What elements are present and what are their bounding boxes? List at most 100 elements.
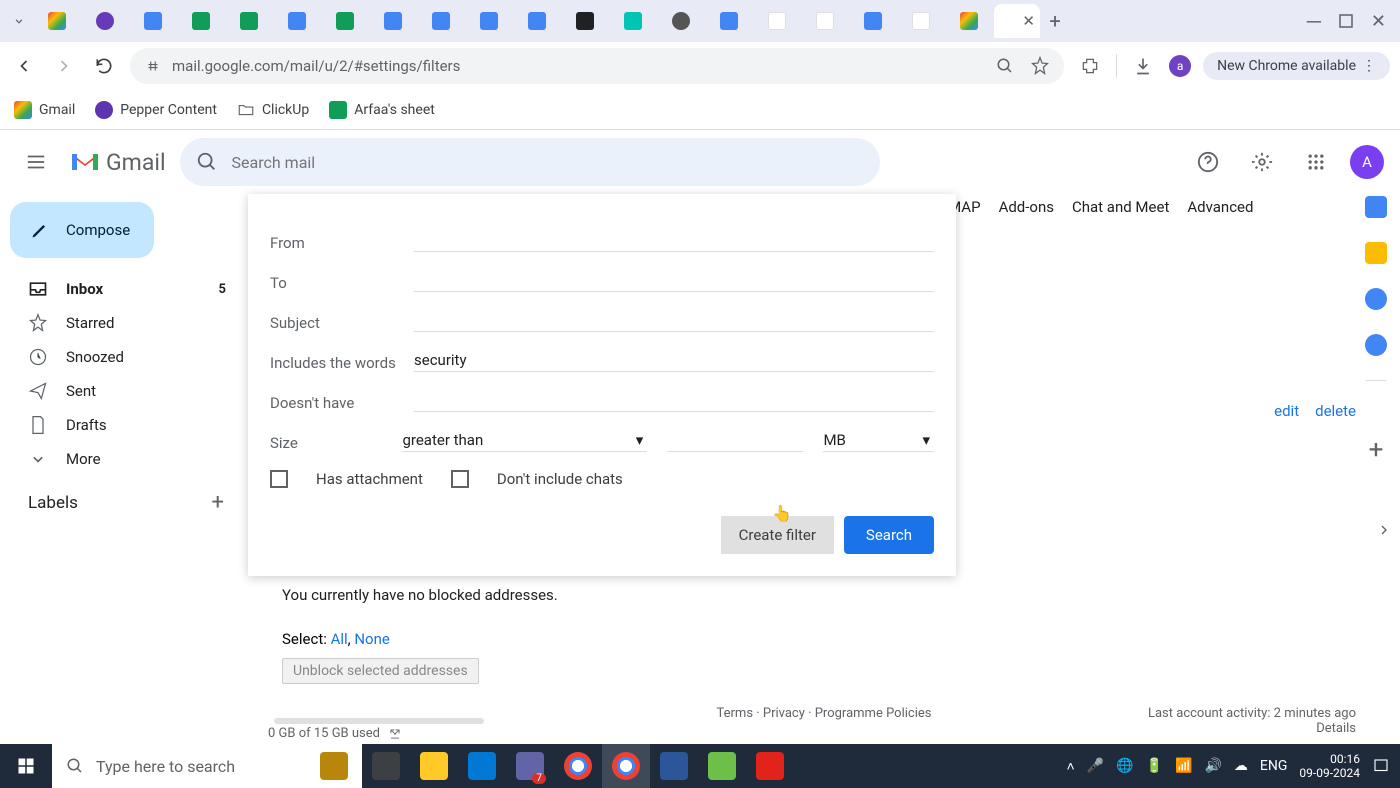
tab-2[interactable] (82, 4, 128, 38)
has-attachment-checkbox[interactable] (270, 470, 288, 488)
start-button[interactable] (0, 744, 52, 788)
zoom-icon[interactable] (996, 57, 1014, 75)
taskbar-search[interactable]: Type here to search (52, 744, 362, 788)
chrome-icon[interactable] (554, 744, 602, 788)
tab-15[interactable] (706, 4, 752, 38)
bookmark-star-icon[interactable] (1030, 56, 1050, 76)
add-panel-icon[interactable]: + (1369, 435, 1384, 465)
help-icon[interactable] (1188, 142, 1228, 182)
url-field[interactable]: mail.google.com/mail/u/2/#settings/filte… (130, 48, 1064, 84)
chrome-icon-2[interactable] (602, 744, 650, 788)
tray-overflow-icon[interactable]: ˄ (1067, 758, 1075, 775)
tab-17[interactable] (802, 4, 848, 38)
subject-input[interactable] (414, 309, 934, 332)
notifications-icon[interactable] (1372, 757, 1390, 775)
downloads-icon[interactable] (1129, 52, 1157, 80)
apps-grid-icon[interactable] (1296, 142, 1336, 182)
tab-14[interactable] (658, 4, 704, 38)
account-avatar[interactable]: A (1350, 145, 1384, 179)
tab-5[interactable] (226, 4, 272, 38)
includes-input[interactable] (414, 349, 934, 372)
extensions-icon[interactable] (1076, 52, 1104, 80)
bookmark-pepper[interactable]: Pepper Content (95, 101, 217, 119)
tasks-icon[interactable] (1365, 288, 1387, 310)
filter-delete-link[interactable]: delete (1315, 402, 1356, 420)
size-operator-select[interactable]: greater than▾ (402, 431, 647, 452)
details-link[interactable]: Details (1148, 721, 1356, 736)
select-all-link[interactable]: All (331, 630, 348, 648)
close-icon[interactable]: ✕ (1022, 12, 1035, 30)
tab-gmail[interactable] (34, 4, 80, 38)
size-unit-select[interactable]: MB▾ (823, 431, 934, 452)
search-button[interactable]: Search (844, 516, 934, 554)
search-input[interactable] (232, 153, 864, 172)
tab-12[interactable] (562, 4, 608, 38)
filter-edit-link[interactable]: edit (1274, 402, 1299, 420)
size-value-input[interactable] (667, 449, 803, 452)
sidebar-more[interactable]: More (10, 442, 238, 476)
expand-panel-icon[interactable] (1376, 522, 1392, 538)
window-maximize[interactable] (1339, 14, 1353, 28)
teams-icon[interactable]: 7 (506, 744, 554, 788)
gmail-logo[interactable]: Gmail (70, 149, 166, 176)
unblock-button[interactable]: Unblock selected addresses (282, 658, 479, 684)
tab-active[interactable]: ✕ (994, 4, 1040, 38)
back-button[interactable] (10, 52, 38, 80)
compose-button[interactable]: Compose (10, 202, 154, 258)
no-chats-checkbox[interactable] (451, 470, 469, 488)
clock[interactable]: 00:16 09-09-2024 (1299, 752, 1360, 781)
tab-4[interactable] (178, 4, 224, 38)
tabs-dropdown[interactable] (6, 8, 32, 34)
globe-icon[interactable]: 🌐 (1116, 758, 1133, 774)
window-minimize[interactable]: ─ (1307, 9, 1321, 34)
recorder-icon[interactable] (746, 744, 794, 788)
reload-button[interactable] (90, 52, 118, 80)
task-view-icon[interactable] (362, 744, 410, 788)
site-info-icon[interactable] (144, 57, 162, 75)
outlook-icon[interactable] (458, 744, 506, 788)
add-label-icon[interactable]: + (212, 490, 224, 515)
sidebar-inbox[interactable]: Inbox 5 (10, 272, 238, 306)
sidebar-drafts[interactable]: Drafts (10, 408, 238, 442)
select-none-link[interactable]: None (354, 630, 390, 648)
sidebar-starred[interactable]: Starred (10, 306, 238, 340)
sidebar-sent[interactable]: Sent (10, 374, 238, 408)
open-storage-icon[interactable] (388, 727, 402, 741)
onedrive-icon[interactable]: ☁ (1234, 758, 1248, 774)
profile-avatar[interactable]: a (1169, 55, 1191, 77)
volume-icon[interactable]: 🔊 (1204, 758, 1221, 774)
battery-icon[interactable]: 🔋 (1146, 758, 1163, 774)
gear-icon[interactable] (1242, 142, 1282, 182)
bookmark-gmail[interactable]: Gmail (14, 101, 75, 119)
contacts-icon[interactable] (1365, 334, 1387, 356)
window-close[interactable]: ✕ (1371, 11, 1386, 32)
footer-links[interactable]: Terms · Privacy · Programme Policies (717, 706, 932, 721)
tab-chat[interactable]: Chat and Meet (1072, 198, 1169, 216)
tab-18[interactable] (850, 4, 896, 38)
tab-advanced[interactable]: Advanced (1187, 198, 1253, 216)
tab-11[interactable] (514, 4, 560, 38)
keep-icon[interactable] (1365, 242, 1387, 264)
wifi-icon[interactable]: 📶 (1175, 758, 1192, 774)
tab-8[interactable] (370, 4, 416, 38)
camtasia-icon[interactable] (698, 744, 746, 788)
forward-button[interactable] (50, 52, 78, 80)
tab-16[interactable] (754, 4, 800, 38)
word-icon[interactable] (650, 744, 698, 788)
new-tab[interactable]: + (1042, 8, 1068, 34)
search-mail[interactable] (180, 138, 880, 186)
from-input[interactable] (414, 229, 934, 252)
to-input[interactable] (414, 269, 934, 292)
tab-3[interactable] (130, 4, 176, 38)
tab-19[interactable] (898, 4, 944, 38)
doesnt-input[interactable] (414, 389, 934, 412)
new-chrome-chip[interactable]: New Chrome available ⋮ (1203, 52, 1390, 80)
mic-icon[interactable]: 🎤 (1087, 758, 1104, 774)
tab-6[interactable] (274, 4, 320, 38)
tab-9[interactable] (418, 4, 464, 38)
tab-10[interactable] (466, 4, 512, 38)
lang-indicator[interactable]: ENG (1260, 758, 1287, 774)
bookmark-clickup[interactable]: ClickUp (237, 101, 309, 119)
bookmark-arfaa[interactable]: Arfaa's sheet (329, 101, 435, 119)
create-filter-button[interactable]: Create filter (721, 516, 834, 554)
